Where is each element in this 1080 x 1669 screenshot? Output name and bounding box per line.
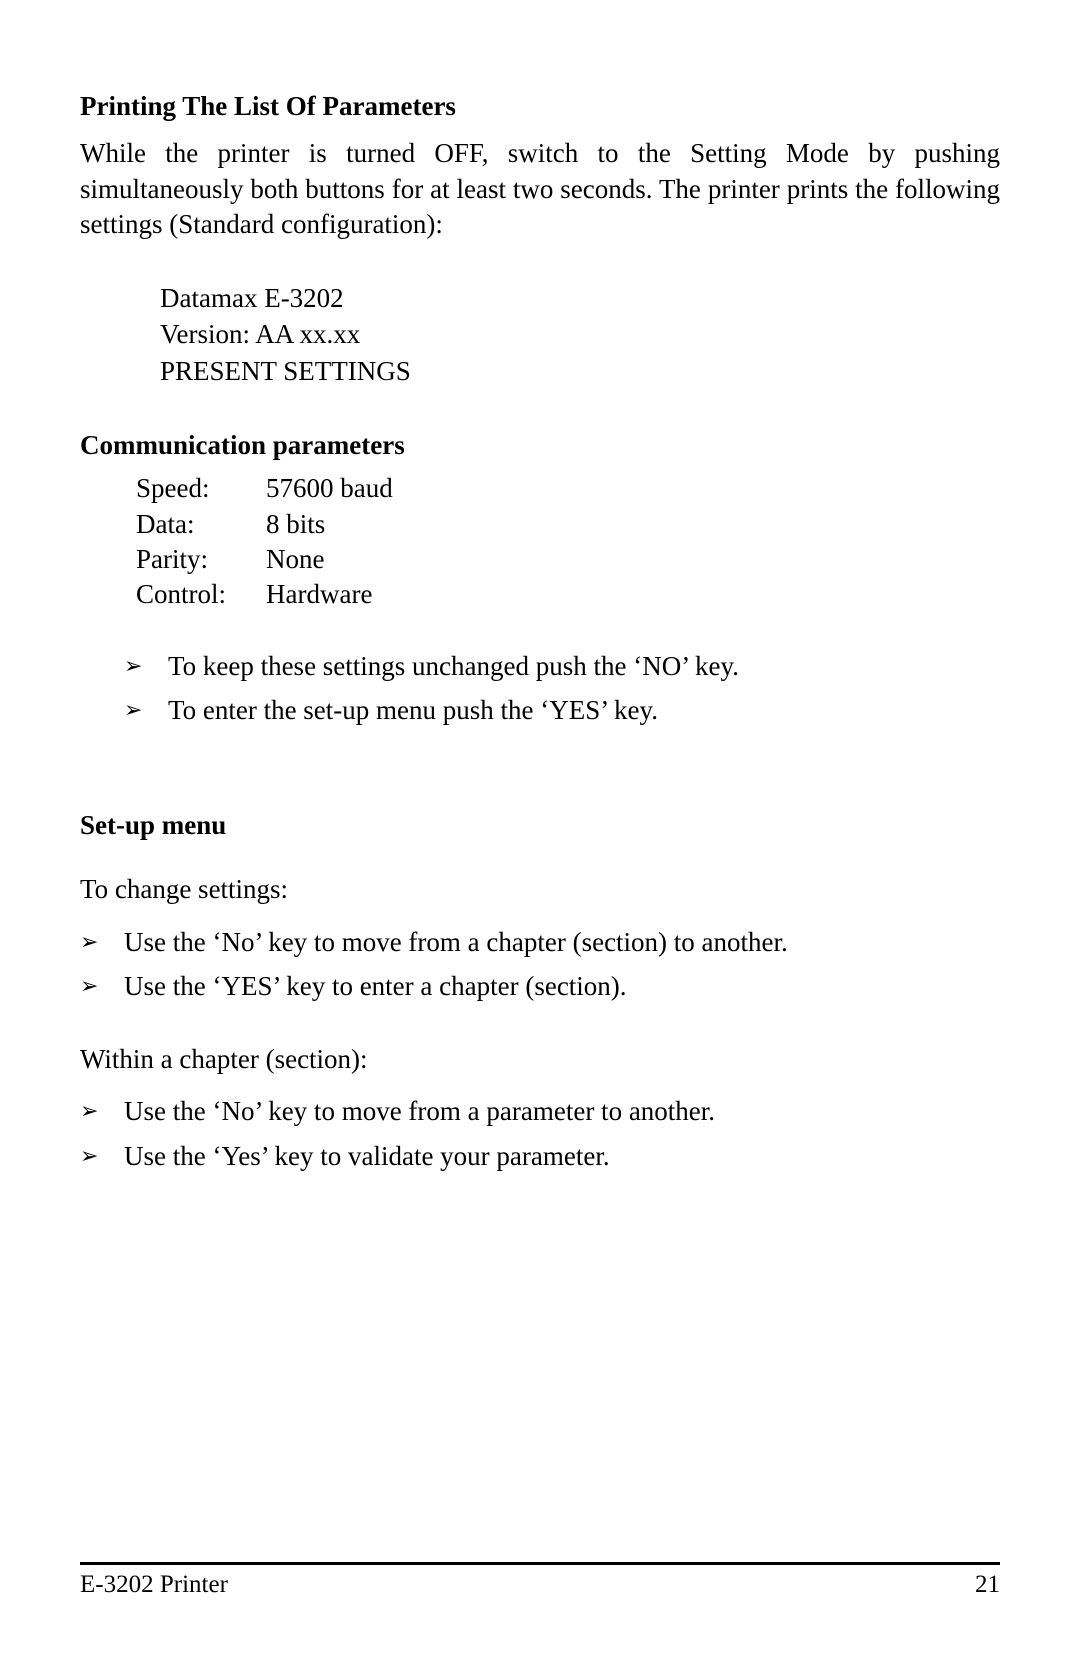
list-item: ➢ Use the ‘YES’ key to enter a chapter (… <box>80 966 1000 1007</box>
footer-left: E-3202 Printer <box>80 1571 228 1599</box>
arrow-icon: ➢ <box>80 1091 98 1131</box>
settings-line-model: Datamax E-3202 <box>160 280 1000 316</box>
table-row: Data: 8 bits <box>136 507 393 542</box>
param-value-control: Hardware <box>266 577 393 612</box>
intro-paragraph: While the printer is turned OFF, switch … <box>80 136 1000 241</box>
list-item-text: To enter the set-up menu push the ‘YES’ … <box>168 695 658 725</box>
instructions-list-1: ➢ To keep these settings unchanged push … <box>124 646 1000 731</box>
instructions-list-2: ➢ Use the ‘No’ key to move from a chapte… <box>80 922 1000 1007</box>
list-item-text: Use the ‘No’ key to move from a chapter … <box>124 927 788 957</box>
arrow-icon: ➢ <box>80 966 98 1006</box>
param-label-speed: Speed: <box>136 471 266 506</box>
present-settings-block: Datamax E-3202 Version: AA xx.xx PRESENT… <box>160 280 1000 389</box>
list-item-text: Use the ‘No’ key to move from a paramete… <box>124 1096 715 1126</box>
arrow-icon: ➢ <box>80 922 98 962</box>
param-value-speed: 57600 baud <box>266 471 393 506</box>
list-item: ➢ To enter the set-up menu push the ‘YES… <box>124 690 1000 731</box>
param-label-parity: Parity: <box>136 542 266 577</box>
list-item: ➢ Use the ‘No’ key to move from a parame… <box>80 1091 1000 1132</box>
arrow-icon: ➢ <box>124 690 142 730</box>
communication-params-table: Speed: 57600 baud Data: 8 bits Parity: N… <box>136 471 393 611</box>
param-label-control: Control: <box>136 577 266 612</box>
list-item-text: Use the ‘YES’ key to enter a chapter (se… <box>124 971 627 1001</box>
param-value-parity: None <box>266 542 393 577</box>
arrow-icon: ➢ <box>124 646 142 686</box>
settings-line-present: PRESENT SETTINGS <box>160 353 1000 389</box>
arrow-icon: ➢ <box>80 1136 98 1176</box>
list-item-text: To keep these settings unchanged push th… <box>168 651 739 681</box>
table-row: Speed: 57600 baud <box>136 471 393 506</box>
footer-page-number: 21 <box>975 1571 1000 1599</box>
page-footer: E-3202 Printer 21 <box>80 1562 1000 1599</box>
change-settings-line: To change settings: <box>80 871 1000 907</box>
page: Printing The List Of Parameters While th… <box>0 0 1080 1669</box>
list-item: ➢ Use the ‘No’ key to move from a chapte… <box>80 922 1000 963</box>
section-heading-communication: Communication parameters <box>80 427 1000 463</box>
instructions-list-3: ➢ Use the ‘No’ key to move from a parame… <box>80 1091 1000 1176</box>
within-chapter-line: Within a chapter (section): <box>80 1041 1000 1077</box>
param-value-data: 8 bits <box>266 507 393 542</box>
table-row: Parity: None <box>136 542 393 577</box>
section-heading-setup-menu: Set-up menu <box>80 807 1000 843</box>
table-row: Control: Hardware <box>136 577 393 612</box>
list-item-text: Use the ‘Yes’ key to validate your param… <box>124 1141 610 1171</box>
param-label-data: Data: <box>136 507 266 542</box>
list-item: ➢ To keep these settings unchanged push … <box>124 646 1000 687</box>
section-heading-printing: Printing The List Of Parameters <box>80 88 1000 124</box>
list-item: ➢ Use the ‘Yes’ key to validate your par… <box>80 1136 1000 1177</box>
page-content: Printing The List Of Parameters While th… <box>80 88 1000 1176</box>
settings-line-version: Version: AA xx.xx <box>160 316 1000 352</box>
